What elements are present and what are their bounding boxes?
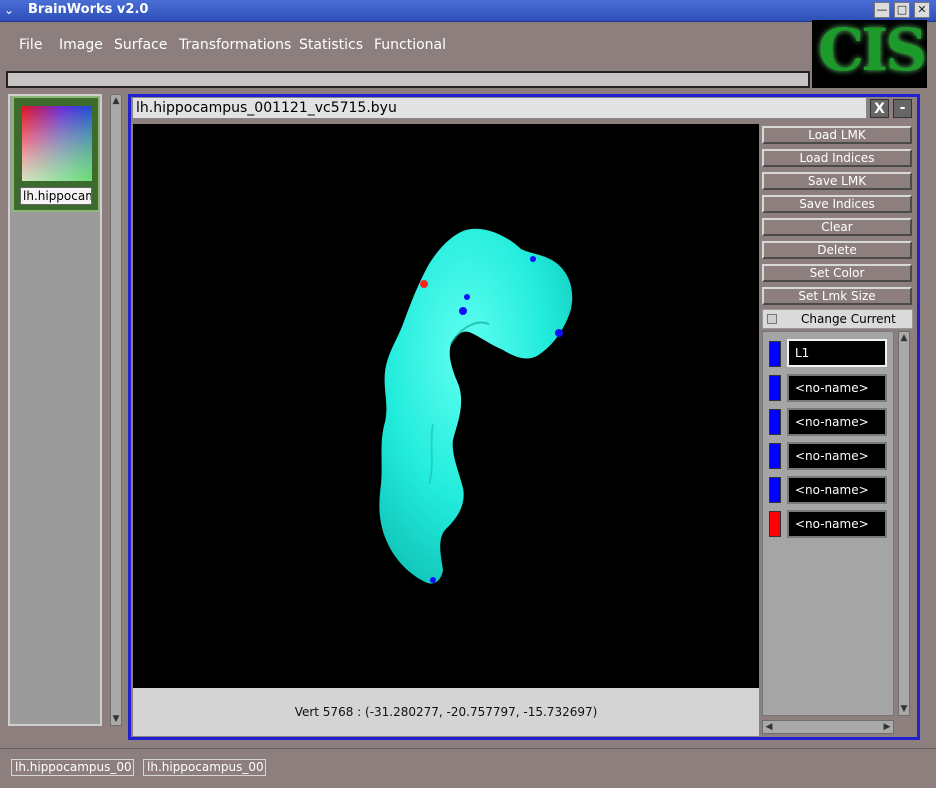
- landmark-color-swatch[interactable]: [769, 477, 781, 503]
- scroll-up-icon[interactable]: ▲: [111, 95, 121, 107]
- landmark-list: L1 <no-name> <no-name> <no-name> <no-nam…: [762, 331, 894, 716]
- scroll-left-icon[interactable]: ◀: [763, 721, 775, 733]
- delete-button[interactable]: Delete: [762, 241, 912, 259]
- scroll-down-icon[interactable]: ▼: [111, 713, 121, 725]
- taskbar-item[interactable]: lh.hippocampus_0011: [11, 759, 134, 776]
- landmark-name-field[interactable]: <no-name>: [787, 408, 887, 436]
- landmark-name-field[interactable]: <no-name>: [787, 374, 887, 402]
- scroll-down-icon[interactable]: ▼: [899, 703, 909, 715]
- landmark-point: [430, 577, 436, 583]
- landmark-color-swatch[interactable]: [769, 375, 781, 401]
- maximize-window-icon[interactable]: □: [894, 2, 910, 18]
- landmark-point: [530, 256, 536, 262]
- hippocampus-surface: [379, 228, 573, 584]
- change-current-checkbox[interactable]: [767, 314, 777, 324]
- close-window-icon[interactable]: ✕: [914, 2, 930, 18]
- palette-scrollbar[interactable]: ▲ ▼: [110, 94, 122, 726]
- minimize-window-icon[interactable]: —: [874, 2, 890, 18]
- landmark-color-swatch[interactable]: [769, 341, 781, 367]
- menu-statistics[interactable]: Statistics: [299, 37, 363, 53]
- window-title: BrainWorks v2.0: [28, 2, 149, 17]
- viewer-minimize-button[interactable]: -: [893, 99, 912, 118]
- load-lmk-button[interactable]: Load LMK: [762, 126, 912, 144]
- save-lmk-button[interactable]: Save LMK: [762, 172, 912, 190]
- menu-transformations[interactable]: Transformations: [179, 37, 291, 53]
- hippocampus-surface-render: [379, 228, 573, 584]
- scroll-up-icon[interactable]: ▲: [899, 332, 909, 344]
- landmark-point: [464, 294, 470, 300]
- landmark-list-scrollbar[interactable]: ▲ ▼: [898, 331, 910, 716]
- landmark-color-swatch[interactable]: [769, 409, 781, 435]
- menu-surface[interactable]: Surface: [114, 37, 167, 53]
- landmark-name-field[interactable]: <no-name>: [787, 442, 887, 470]
- change-current-label: Change Current: [801, 312, 896, 326]
- landmark-point-red: [420, 280, 428, 288]
- set-lmk-size-button[interactable]: Set Lmk Size: [762, 287, 912, 305]
- landmark-point: [459, 307, 467, 315]
- window-title-bar: ⌄ BrainWorks v2.0 — □ ✕: [0, 0, 936, 22]
- viewer-title: lh.hippocampus_001121_vc5715.byu: [132, 97, 867, 119]
- set-color-button[interactable]: Set Color: [762, 264, 912, 282]
- logo-text: CIS: [818, 20, 927, 84]
- menu-file[interactable]: File: [19, 37, 42, 53]
- menu-functional[interactable]: Functional: [374, 37, 446, 53]
- landmark-name-field[interactable]: L1: [787, 339, 887, 367]
- landmark-list-hscrollbar[interactable]: ◀ ▶: [762, 720, 894, 734]
- clear-button[interactable]: Clear: [762, 218, 912, 236]
- 3d-viewport[interactable]: [133, 124, 759, 688]
- landmark-color-swatch[interactable]: [769, 511, 781, 537]
- change-current-toggle[interactable]: Change Current: [762, 309, 913, 329]
- taskbar-item[interactable]: lh.hippocampus_0011: [143, 759, 266, 776]
- save-indices-button[interactable]: Save Indices: [762, 195, 912, 213]
- scroll-right-icon[interactable]: ▶: [881, 721, 893, 733]
- landmark-name-field[interactable]: <no-name>: [787, 476, 887, 504]
- surface-thumbnail-card[interactable]: lh.hippocamp: [12, 96, 100, 212]
- color-thumbnail-overlay: [22, 106, 92, 181]
- vertex-status-bar: Vert 5768 : (-31.280277, -20.757797, -15…: [133, 688, 759, 736]
- cis-logo: CIS: [812, 20, 927, 88]
- menu-image[interactable]: Image: [59, 37, 103, 53]
- load-indices-button[interactable]: Load Indices: [762, 149, 912, 167]
- landmark-color-swatch[interactable]: [769, 443, 781, 469]
- landmark-name-field[interactable]: <no-name>: [787, 510, 887, 538]
- window-menu-chevron-icon[interactable]: ⌄: [4, 3, 20, 17]
- landmark-point: [555, 329, 563, 337]
- taskbar: [0, 748, 936, 788]
- thumbnail-label[interactable]: lh.hippocamp: [20, 187, 92, 205]
- message-strip: [6, 71, 810, 88]
- menu-bar: File Image Surface Transformations Stati…: [6, 22, 811, 68]
- viewer-close-button[interactable]: X: [870, 99, 889, 118]
